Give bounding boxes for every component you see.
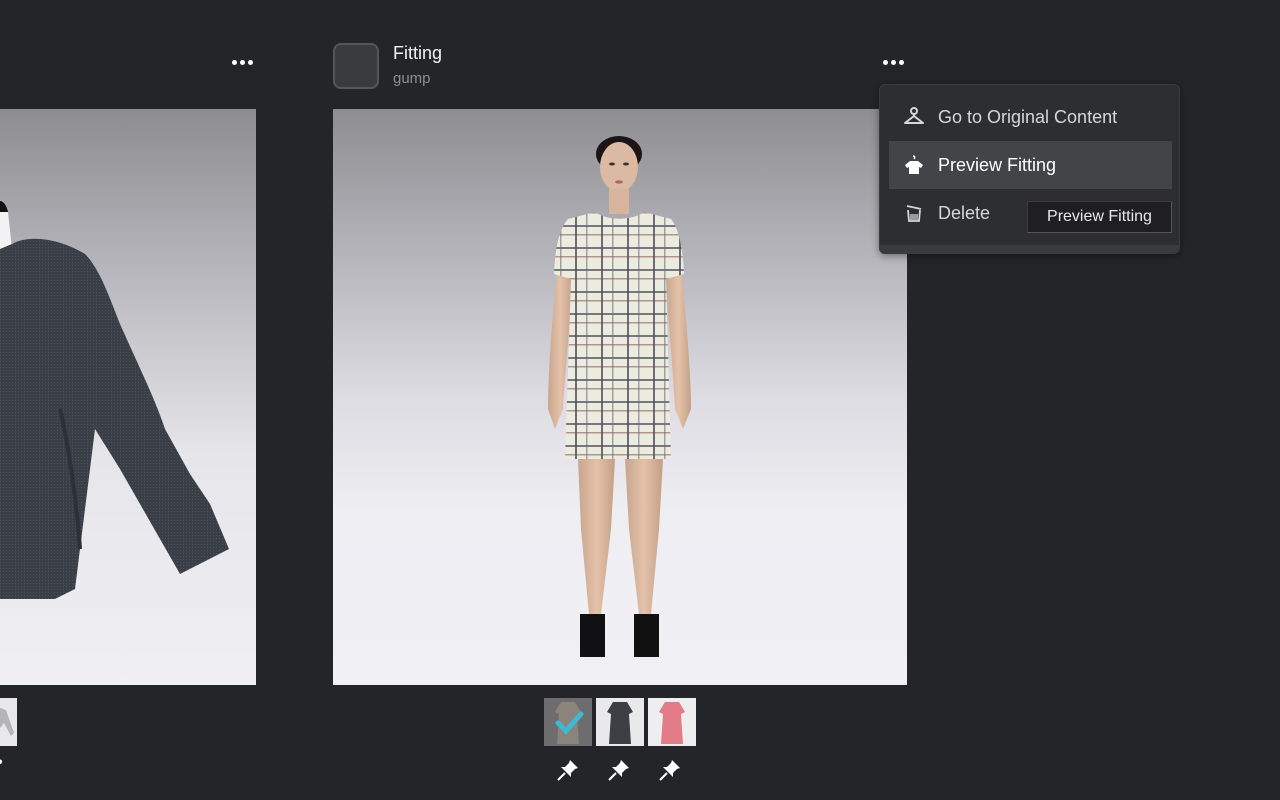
pin-icon[interactable] bbox=[607, 758, 631, 782]
more-dot bbox=[898, 59, 904, 65]
more-dot bbox=[247, 59, 253, 65]
more-dot bbox=[239, 59, 245, 65]
shirt-hanger-icon bbox=[903, 154, 925, 176]
pin-icon[interactable] bbox=[658, 758, 682, 782]
menu-item-label: Delete bbox=[938, 202, 991, 223]
card-select-checkbox[interactable] bbox=[333, 43, 379, 89]
main-card-more-button[interactable] bbox=[879, 52, 907, 72]
left-card-more-button[interactable] bbox=[228, 52, 256, 72]
menu-footer bbox=[880, 245, 1179, 253]
tooltip: Preview Fitting bbox=[1027, 201, 1172, 233]
fitting-preview-image[interactable] bbox=[333, 109, 907, 685]
dark-plaid-dress-thumb bbox=[607, 702, 633, 744]
app-canvas: Fitting gump Go to Original Content Prev… bbox=[0, 0, 1280, 800]
trash-icon bbox=[903, 202, 925, 224]
card-subtitle: gump bbox=[393, 70, 431, 87]
avatar-render bbox=[548, 136, 691, 657]
selected-check-icon bbox=[555, 711, 584, 735]
more-dot bbox=[231, 59, 237, 65]
more-dot bbox=[890, 59, 896, 65]
pin-icon[interactable] bbox=[0, 756, 8, 772]
sweater-thumb-art bbox=[0, 708, 14, 736]
variant-thumbnails bbox=[544, 698, 696, 746]
variant-thumbnail-selected[interactable] bbox=[544, 698, 592, 746]
pin-icon[interactable] bbox=[556, 758, 580, 782]
more-dot bbox=[882, 59, 888, 65]
sweater-render bbox=[0, 201, 229, 599]
variant-thumbnail[interactable] bbox=[648, 698, 696, 746]
pin-row bbox=[556, 758, 682, 782]
menu-item-go-to-original[interactable]: Go to Original Content bbox=[889, 93, 1172, 141]
menu-item-label: Go to Original Content bbox=[938, 106, 1118, 127]
variant-thumbnail[interactable] bbox=[596, 698, 644, 746]
left-variant-thumbnail[interactable] bbox=[0, 698, 17, 746]
left-card-preview-image[interactable] bbox=[0, 109, 256, 685]
menu-item-label: Preview Fitting bbox=[938, 154, 1057, 175]
card-title: Fitting bbox=[393, 43, 443, 63]
pink-dress-thumb bbox=[659, 702, 685, 744]
menu-item-preview-fitting[interactable]: Preview Fitting bbox=[889, 141, 1172, 189]
hanger-icon bbox=[903, 106, 925, 128]
